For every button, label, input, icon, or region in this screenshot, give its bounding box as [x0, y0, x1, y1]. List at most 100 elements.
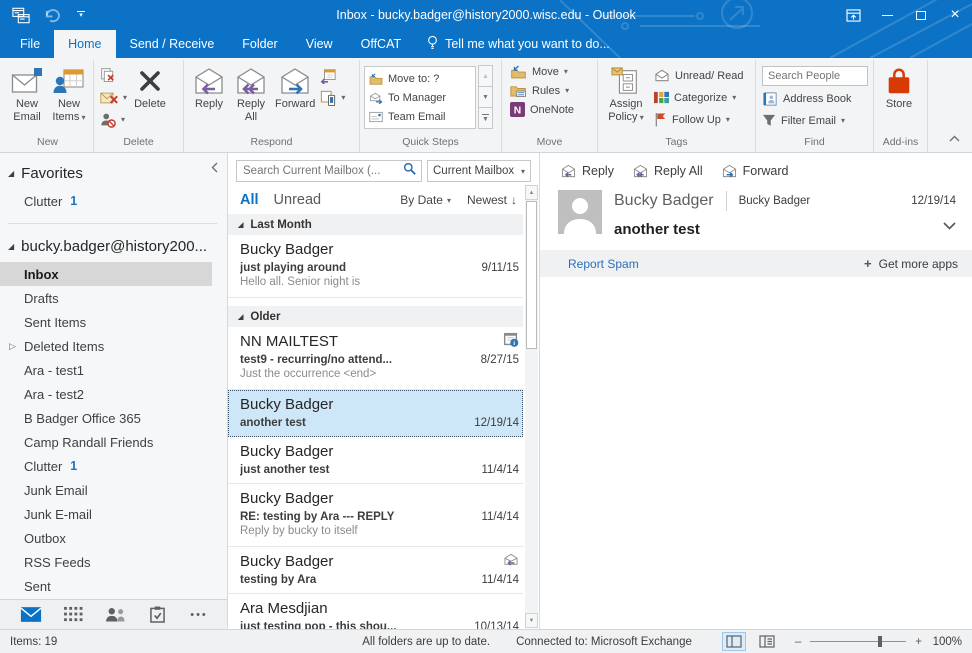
- tab-file[interactable]: File: [6, 30, 54, 58]
- forward-button[interactable]: Forward: [721, 164, 789, 178]
- minimize-button[interactable]: [870, 0, 904, 30]
- expand-triangle-icon[interactable]: ▷: [9, 341, 16, 352]
- move-button[interactable]: Move ▾: [510, 62, 568, 81]
- tab-offcat[interactable]: OffCAT: [347, 30, 416, 58]
- search-mailbox-input[interactable]: [243, 165, 403, 177]
- maximize-button[interactable]: [904, 0, 938, 30]
- more-nav-options-icon[interactable]: •••: [178, 600, 220, 630]
- search-people-input[interactable]: [762, 66, 868, 86]
- tab-view[interactable]: View: [292, 30, 347, 58]
- ribbon-display-options-icon[interactable]: [836, 0, 870, 30]
- sidebar-folder-sent[interactable]: Sent: [0, 574, 227, 598]
- address-book-button[interactable]: Address Book: [762, 89, 868, 108]
- sidebar-folder-b-badger-office-365[interactable]: B Badger Office 365: [0, 406, 227, 430]
- message-row[interactable]: Bucky Badger testing by Ara11/4/14: [228, 547, 523, 594]
- search-box[interactable]: [236, 160, 422, 182]
- scroll-down-icon[interactable]: ▼: [525, 613, 538, 628]
- scroll-up-icon[interactable]: ▲: [525, 185, 538, 200]
- scrollbar-thumb[interactable]: [526, 201, 537, 349]
- new-email-button[interactable]: New Email: [6, 62, 48, 134]
- undo-icon[interactable]: [38, 2, 64, 28]
- sort-order-toggle[interactable]: Newest ↓: [467, 193, 517, 207]
- sidebar-folder-ara-test1[interactable]: Ara - test1: [0, 358, 227, 382]
- sidebar-folder-camp-randall-friends[interactable]: Camp Randall Friends: [0, 430, 227, 454]
- rules-button[interactable]: Rules ▾: [510, 81, 569, 100]
- more-respond-actions-button[interactable]: ▾: [320, 88, 345, 107]
- sidebar-folder-ara-test2[interactable]: Ara - test2: [0, 382, 227, 406]
- tab-send-receive[interactable]: Send / Receive: [116, 30, 229, 58]
- store-button[interactable]: Store: [878, 62, 920, 134]
- forward-button-ribbon[interactable]: Forward: [272, 62, 318, 134]
- sidebar-folder-rss-feeds[interactable]: RSS Feeds: [0, 550, 227, 574]
- quick-steps-more-button[interactable]: ▼: [478, 107, 493, 129]
- favorite-clutter[interactable]: Clutter 1: [0, 189, 227, 213]
- sidebar-folder-drafts[interactable]: Drafts: [0, 286, 227, 310]
- group-header-last-month[interactable]: ◢ Last Month: [228, 214, 523, 235]
- tell-me-box[interactable]: Tell me what you want to do...: [415, 30, 622, 58]
- zoom-out-icon[interactable]: –: [795, 636, 801, 648]
- sidebar-folder-junk-e-mail[interactable]: Junk E-mail: [0, 502, 227, 526]
- assign-policy-button[interactable]: Assign Policy: [602, 62, 650, 134]
- report-spam-link[interactable]: Report Spam: [568, 257, 639, 271]
- tab-home[interactable]: Home: [54, 30, 115, 58]
- calendar-nav-icon[interactable]: [52, 600, 94, 630]
- quick-steps-scroll-down[interactable]: ▼: [478, 86, 493, 108]
- send-receive-icon[interactable]: [8, 2, 34, 28]
- reply-all-button[interactable]: Reply All: [632, 164, 703, 178]
- message-row[interactable]: Bucky Badger RE: testing by Ara --- REPL…: [228, 484, 523, 547]
- people-nav-icon[interactable]: [94, 600, 136, 630]
- tab-folder[interactable]: Folder: [228, 30, 291, 58]
- customize-qat-icon[interactable]: ▾: [68, 2, 94, 28]
- reading-view-icon[interactable]: [755, 632, 779, 651]
- block-sender-button[interactable]: ▾: [100, 110, 127, 129]
- minimize-folder-pane-icon[interactable]: [211, 161, 218, 176]
- junk-button[interactable]: ▾: [100, 88, 127, 107]
- sidebar-folder-sent-items[interactable]: Sent Items: [0, 310, 227, 334]
- close-button[interactable]: ×: [938, 0, 972, 30]
- normal-view-icon[interactable]: [722, 632, 746, 651]
- filter-tab-all[interactable]: All: [240, 192, 259, 208]
- unread-read-button[interactable]: Unread/ Read: [654, 66, 744, 85]
- mail-nav-icon[interactable]: [10, 600, 52, 630]
- ignore-button[interactable]: [100, 66, 127, 85]
- delete-button[interactable]: Delete: [129, 62, 171, 134]
- expand-header-chevron-icon[interactable]: [943, 217, 956, 238]
- message-sender[interactable]: Bucky Badger: [614, 192, 714, 210]
- zoom-level[interactable]: 100%: [922, 636, 962, 648]
- account-header[interactable]: ◢ bucky.badger@history200...: [0, 234, 227, 262]
- message-row[interactable]: Bucky Badger just another test11/4/14: [228, 437, 523, 484]
- filter-email-button[interactable]: Filter Email ▾: [762, 111, 868, 130]
- sidebar-folder-deleted-items[interactable]: ▷ Deleted Items: [0, 334, 227, 358]
- filter-tab-unread[interactable]: Unread: [274, 192, 322, 208]
- message-row[interactable]: Bucky Badger just playing around9/11/15 …: [228, 235, 523, 298]
- get-more-apps-link[interactable]: + Get more apps: [864, 256, 958, 271]
- collapse-ribbon-icon[interactable]: [949, 129, 960, 147]
- favorites-header[interactable]: ◢ Favorites: [0, 161, 227, 189]
- message-row[interactable]: NN MAILTEST i test9 - recurring/no atte: [228, 327, 523, 390]
- zoom-slider-thumb[interactable]: [878, 636, 882, 647]
- quick-step-to-manager[interactable]: To Manager: [369, 89, 471, 107]
- search-scope-dropdown[interactable]: Current Mailbox ▾: [427, 160, 531, 182]
- quick-step-move-to[interactable]: Move to: ?: [369, 70, 471, 88]
- group-header-older[interactable]: ◢ Older: [228, 306, 523, 327]
- sidebar-folder-clutter[interactable]: Clutter 1: [0, 454, 227, 478]
- sort-by-dropdown[interactable]: By Date ▾: [400, 193, 451, 207]
- message-recipient[interactable]: Bucky Badger: [739, 195, 912, 207]
- onenote-button[interactable]: N OneNote: [510, 100, 574, 119]
- follow-up-button[interactable]: Follow Up ▾: [654, 110, 744, 129]
- quick-step-team-email[interactable]: Team Email: [369, 108, 471, 126]
- quick-steps-scroll-up[interactable]: ▲: [478, 65, 493, 87]
- reply-button-ribbon[interactable]: Reply: [188, 62, 230, 134]
- new-items-button[interactable]: New Items: [48, 62, 90, 134]
- zoom-in-icon[interactable]: +: [915, 636, 922, 648]
- reply-button[interactable]: Reply: [560, 164, 614, 178]
- zoom-slider[interactable]: [810, 641, 906, 642]
- categorize-button[interactable]: Categorize ▾: [654, 88, 744, 107]
- sidebar-folder-inbox[interactable]: Inbox: [0, 262, 212, 286]
- sidebar-folder-junk-email[interactable]: Junk Email: [0, 478, 227, 502]
- tasks-nav-icon[interactable]: [136, 600, 178, 630]
- sidebar-folder-outbox[interactable]: Outbox: [0, 526, 227, 550]
- reply-all-button-ribbon[interactable]: Reply All: [230, 62, 272, 134]
- search-icon[interactable]: [403, 162, 416, 180]
- message-row[interactable]: Ara Mesdjian just testing pop - this sho…: [228, 594, 523, 629]
